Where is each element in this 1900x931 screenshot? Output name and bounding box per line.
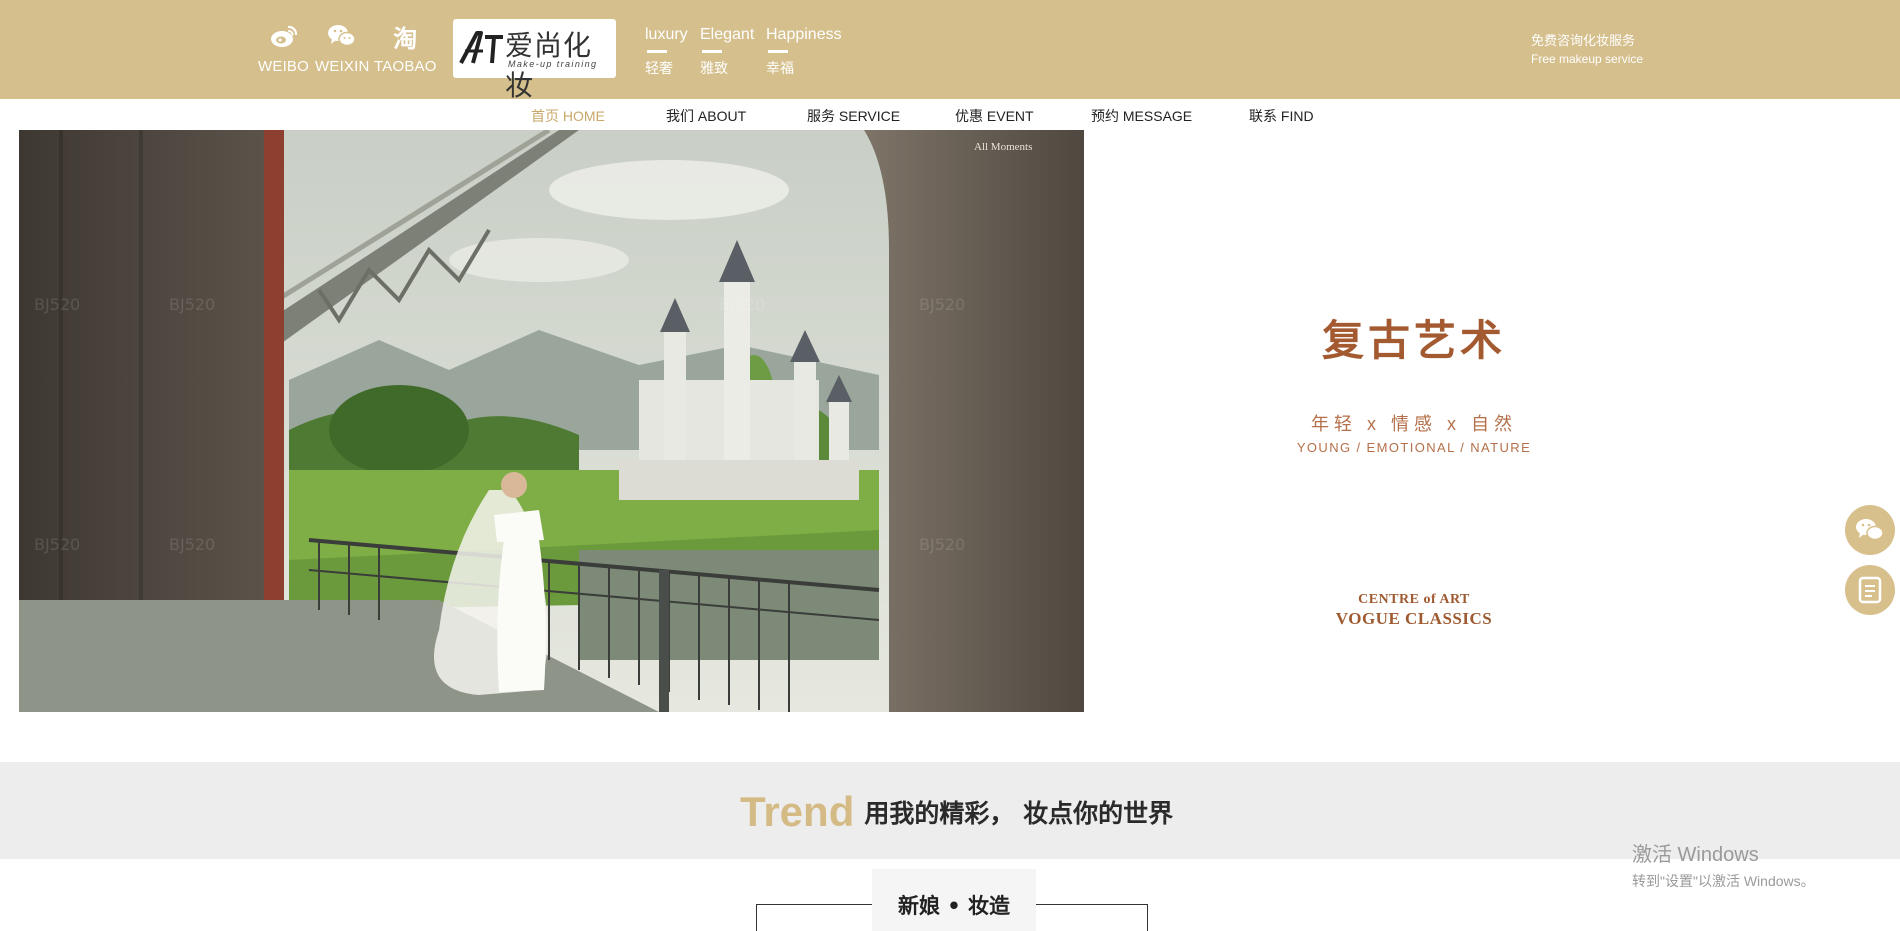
svg-text:BJ520: BJ520 bbox=[919, 535, 965, 554]
main-nav: 首页 HOME 我们 ABOUT 服务 SERVICE 优惠 EVENT 预约 … bbox=[0, 106, 1900, 126]
nav-about[interactable]: 我们 ABOUT bbox=[666, 106, 746, 126]
bride-makeup-label: 新娘 • 妆造 bbox=[897, 894, 1011, 918]
wechat-icon bbox=[322, 20, 362, 52]
windows-activation-watermark: 激活 Windows 转到"设置"以激活 Windows。 bbox=[1632, 844, 1815, 889]
hero-vogue-classics: VOGUE CLASSICS bbox=[1335, 609, 1493, 628]
logo-text-en: Make-up training bbox=[508, 59, 598, 69]
taobao-label: TAOBAO bbox=[374, 58, 437, 75]
motto-happiness: Happiness 幸福 bbox=[766, 26, 842, 76]
float-message-button[interactable] bbox=[1845, 565, 1895, 615]
nav-find[interactable]: 联系 FIND bbox=[1249, 106, 1314, 126]
trend-title-en: Trend bbox=[740, 788, 855, 835]
bride-makeup-tab[interactable]: 新娘 • 妆造 bbox=[872, 869, 1036, 931]
logo-mark-icon bbox=[459, 31, 503, 64]
weibo-label: WEIBO bbox=[258, 58, 310, 75]
weixin-label: WEIXIN bbox=[315, 58, 370, 75]
weixin-link[interactable]: WEIXIN bbox=[315, 20, 370, 75]
motto-bar bbox=[647, 50, 667, 53]
free-service-cn: 免费咨询化妆服务 bbox=[1531, 33, 1636, 48]
hero-subtitle-cn: 年轻 x 情感 x 自然 bbox=[1310, 414, 1517, 434]
top-header: WEIBO WEIXIN 淘 TAOBAO 爱尚化妆 Make-up train… bbox=[0, 0, 1900, 102]
hero-subtitle-en: YOUNG / EMOTIONAL / NATURE bbox=[1296, 440, 1532, 455]
svg-text:BJ520: BJ520 bbox=[34, 295, 80, 314]
weibo-link[interactable]: WEIBO bbox=[258, 20, 309, 75]
photo-caption: All Moments bbox=[974, 141, 1032, 153]
hero-slide-photo[interactable]: BJ520 BJ520 BJ520 BJ520 BJ520 BJ520 BJ520 A… bbox=[19, 130, 1084, 712]
float-wechat-button[interactable] bbox=[1845, 505, 1895, 555]
motto-bar bbox=[768, 50, 788, 53]
hero-title: 复古艺术 bbox=[1321, 316, 1506, 365]
taobao-icon: 淘 bbox=[393, 24, 418, 53]
svg-text:BJ520: BJ520 bbox=[169, 535, 215, 554]
nav-event[interactable]: 优惠 EVENT bbox=[955, 106, 1034, 126]
brand-logo[interactable]: 爱尚化妆 Make-up training bbox=[453, 19, 616, 102]
motto-elegant: Elegant 雅致 bbox=[700, 26, 755, 76]
trend-section-header: Trend 用我的精彩， 妆点你的世界 bbox=[0, 762, 1900, 859]
hero-slide-text: 复古艺术 年轻 x 情感 x 自然 YOUNG / EMOTIONAL / NA… bbox=[1084, 130, 1900, 712]
svg-text:BJ520: BJ520 bbox=[919, 295, 965, 314]
svg-text:BJ520: BJ520 bbox=[34, 535, 80, 554]
trend-title-cn: 用我的精彩， 妆点你的世界 bbox=[864, 799, 1174, 828]
hero-centre-art: CENTRE of ART bbox=[1358, 592, 1470, 607]
weibo-icon bbox=[264, 20, 304, 52]
svg-text:BJ520: BJ520 bbox=[169, 295, 215, 314]
nav-service[interactable]: 服务 SERVICE bbox=[807, 106, 900, 126]
free-service-info[interactable]: 免费咨询化妆服务 Free makeup service bbox=[1531, 31, 1643, 69]
motto-bar bbox=[702, 50, 722, 53]
trend-title: Trend 用我的精彩， 妆点你的世界 bbox=[740, 788, 1173, 836]
nav-home[interactable]: 首页 HOME bbox=[531, 106, 605, 126]
motto-luxury: luxury 轻奢 bbox=[645, 26, 688, 76]
svg-text:BJ520: BJ520 bbox=[719, 295, 765, 314]
nav-message[interactable]: 预约 MESSAGE bbox=[1091, 106, 1192, 126]
taobao-link[interactable]: 淘 TAOBAO bbox=[374, 20, 437, 76]
wechat-icon bbox=[1856, 519, 1884, 541]
wedding-photo-illustration: BJ520 BJ520 BJ520 BJ520 BJ520 BJ520 BJ520 A… bbox=[19, 130, 1084, 712]
message-icon bbox=[1858, 576, 1882, 604]
free-service-en: Free makeup service bbox=[1531, 52, 1644, 66]
